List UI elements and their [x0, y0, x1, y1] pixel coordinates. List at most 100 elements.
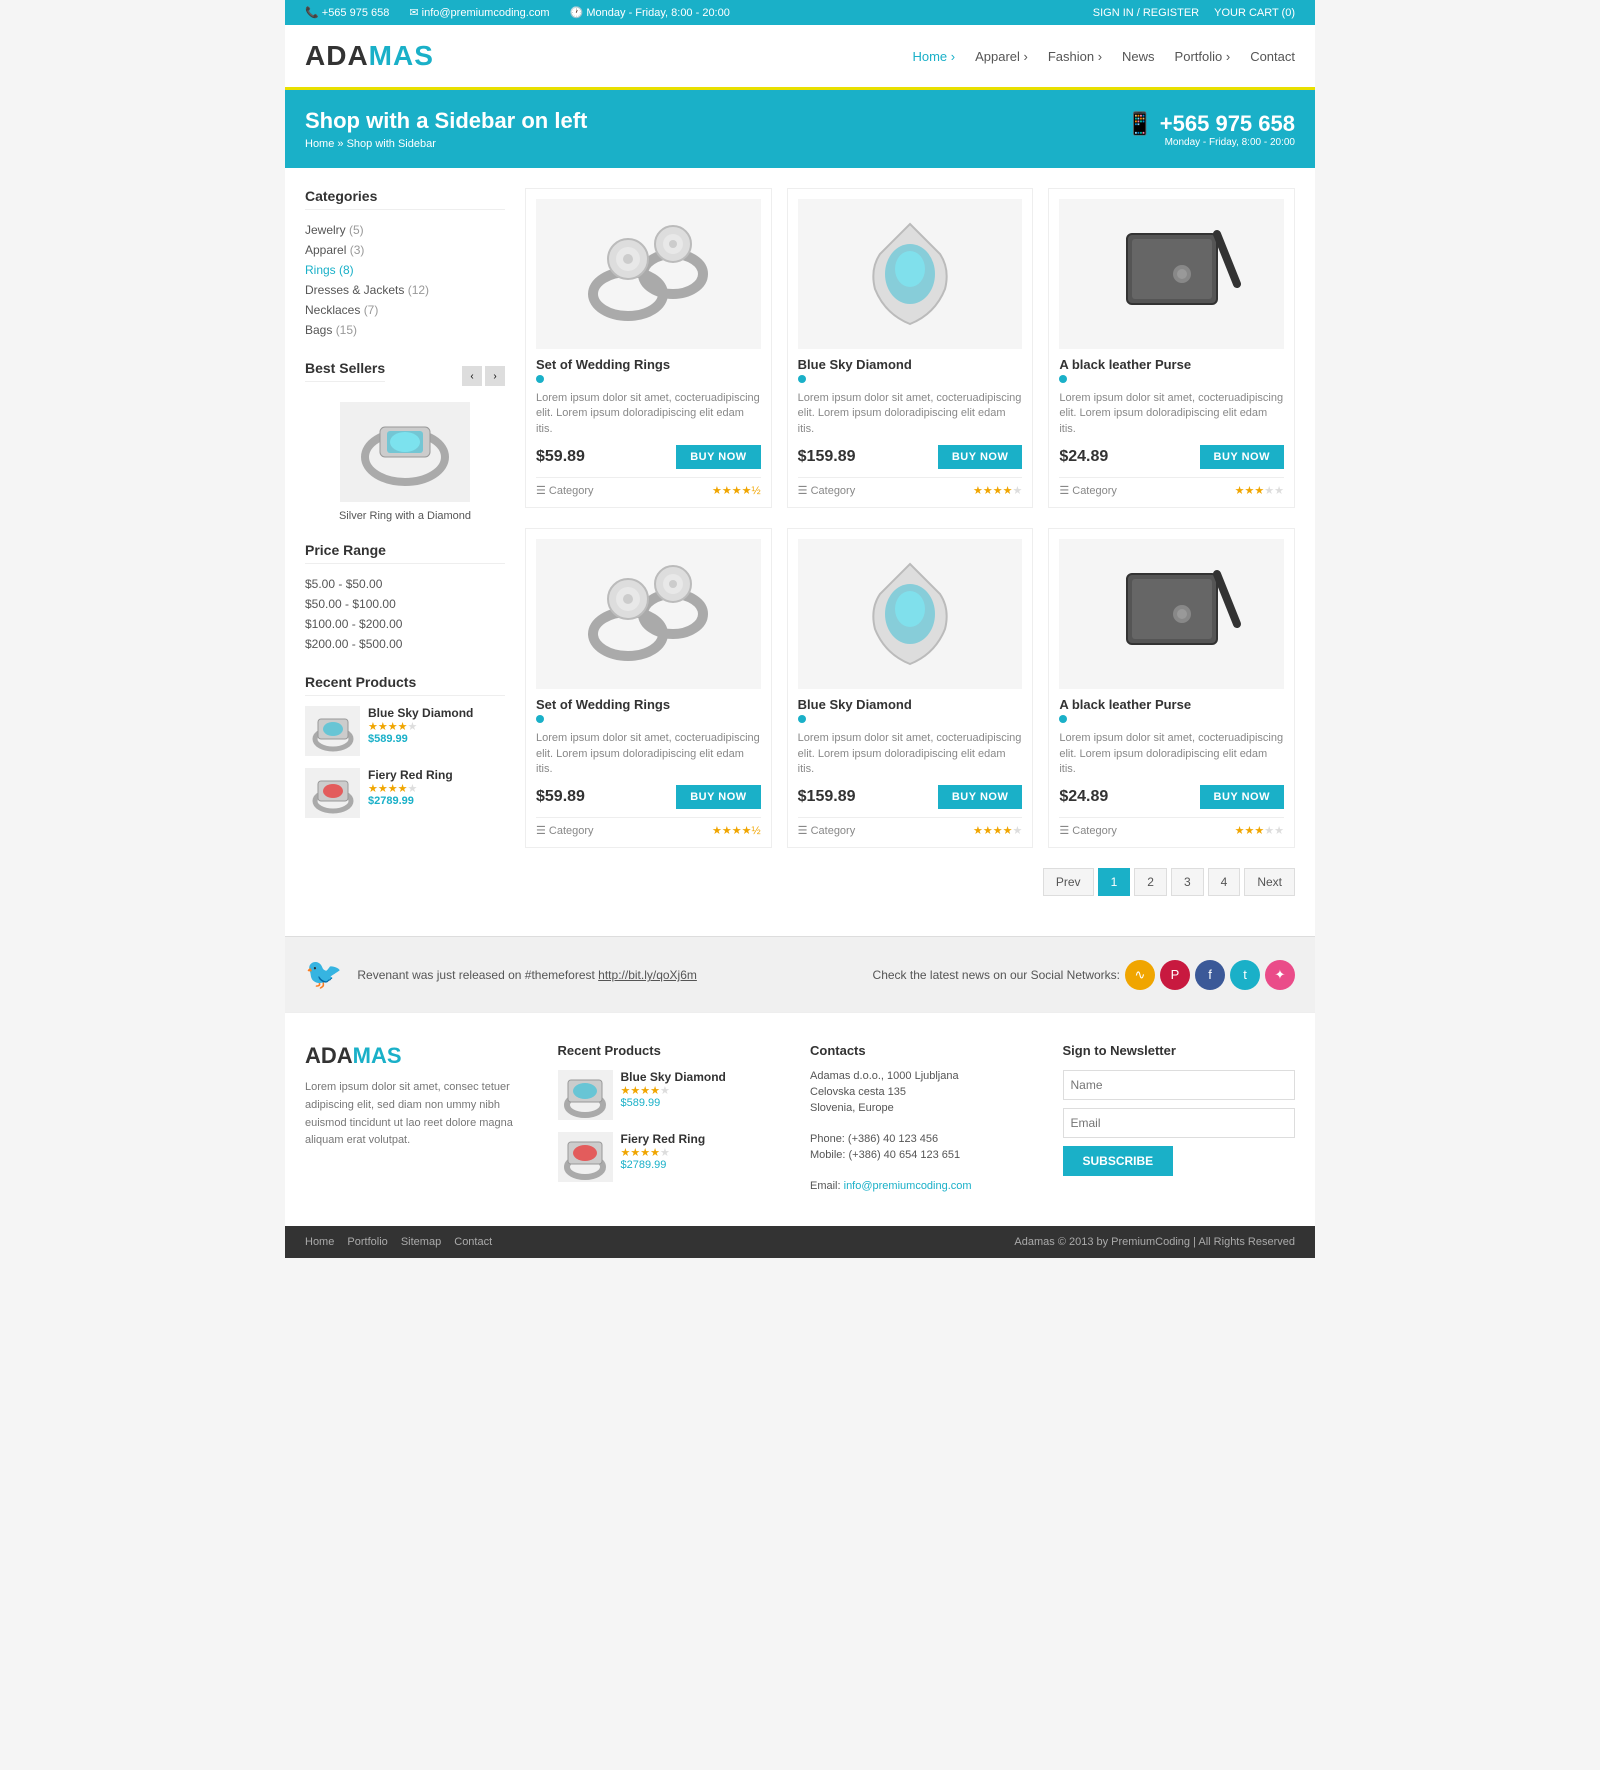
footer-contacts-title: Contacts: [810, 1043, 1043, 1058]
buy-button-2[interactable]: BUY NOW: [938, 445, 1022, 469]
category-rings[interactable]: Rings (8): [305, 263, 354, 277]
footer-contacts: Adamas d.o.o., 1000 Ljubljana Celovska c…: [810, 1070, 1043, 1192]
product-image-2: [798, 199, 1023, 349]
product-name-4: Set of Wedding Rings: [536, 697, 761, 712]
subscribe-button[interactable]: SUBSCRIBE: [1063, 1146, 1174, 1176]
nav-news[interactable]: News: [1122, 49, 1155, 64]
breadcrumb-arrow: »: [337, 138, 346, 150]
bottom-link-portfolio[interactable]: Portfolio: [347, 1236, 387, 1248]
footer-newsletter: Sign to Newsletter SUBSCRIBE: [1063, 1043, 1296, 1196]
copyright: Adamas © 2013 by PremiumCoding | All Rig…: [1014, 1236, 1295, 1248]
pagination: Prev 1 2 3 4 Next: [525, 868, 1295, 896]
price-range-3[interactable]: $100.00 - $200.00: [305, 617, 402, 631]
cart-link[interactable]: YOUR CART (0): [1214, 7, 1295, 19]
list-item: $50.00 - $100.00: [305, 594, 505, 614]
product-image-4: [536, 539, 761, 689]
prev-best-seller[interactable]: ‹: [462, 366, 482, 386]
category-necklaces[interactable]: Necklaces (7): [305, 303, 378, 317]
best-sellers-section: Best Sellers ‹ › Silver Ring with a Diam…: [305, 360, 505, 522]
buy-button-3[interactable]: BUY NOW: [1200, 445, 1284, 469]
rss-icon[interactable]: ∿: [1125, 960, 1155, 990]
nav-contact[interactable]: Contact: [1250, 49, 1295, 64]
signin-link[interactable]: SIGN IN / REGISTER: [1093, 7, 1199, 19]
rp-image-2: [305, 768, 360, 818]
footer-product-info-2: Fiery Red Ring ★★★★★ $2789.99: [621, 1132, 706, 1182]
product-stars-2: ★★★★★: [973, 484, 1022, 497]
product-desc-2: Lorem ipsum dolor sit amet, cocteruadipi…: [798, 391, 1023, 437]
list-item: Apparel (3): [305, 240, 505, 260]
product-meta-3: ☰ Category ★★★★★: [1059, 477, 1284, 497]
categories-list: Jewelry (5) Apparel (3) Rings (8) Dresse…: [305, 220, 505, 340]
main-content: Categories Jewelry (5) Apparel (3) Rings…: [285, 168, 1315, 936]
product-meta-4: ☰ Category ★★★★½: [536, 817, 761, 837]
footer-logo: ADAMAS: [305, 1043, 538, 1069]
product-meta-5: ☰ Category ★★★★★: [798, 817, 1023, 837]
product-color-dot-6: [1059, 715, 1067, 723]
top-bar-left: 📞 +565 975 658 ✉ info@premiumcoding.com …: [305, 6, 730, 19]
pagination-next[interactable]: Next: [1244, 868, 1295, 896]
hero-title-area: Shop with a Sidebar on left Home » Shop …: [305, 108, 587, 150]
next-best-seller[interactable]: ›: [485, 366, 505, 386]
page-title: Shop with a Sidebar on left: [305, 108, 587, 134]
breadcrumb-home[interactable]: Home: [305, 138, 334, 150]
newsletter-email-input[interactable]: [1063, 1108, 1296, 1138]
buy-button-5[interactable]: BUY NOW: [938, 785, 1022, 809]
phone-info: 📞 +565 975 658: [305, 6, 389, 19]
ring-svg: [345, 407, 465, 497]
nav-home[interactable]: Home ›: [912, 49, 955, 64]
pagination-page-1[interactable]: 1: [1098, 868, 1131, 896]
tweet-link[interactable]: http://bit.ly/qoXj6m: [598, 968, 697, 982]
product-price-1: $59.89: [536, 448, 585, 466]
price-range-4[interactable]: $200.00 - $500.00: [305, 637, 402, 651]
footer-product-name-1: Blue Sky Diamond: [621, 1070, 726, 1084]
pagination-page-3[interactable]: 3: [1171, 868, 1204, 896]
newsletter-name-input[interactable]: [1063, 1070, 1296, 1100]
footer: ADAMAS Lorem ipsum dolor sit amet, conse…: [285, 1012, 1315, 1226]
bottom-link-home[interactable]: Home: [305, 1236, 334, 1248]
footer-product-img-1: [558, 1070, 613, 1120]
products-row-2: Set of Wedding Rings Lorem ipsum dolor s…: [525, 528, 1295, 848]
bottom-bar: Home Portfolio Sitemap Contact Adamas © …: [285, 1226, 1315, 1258]
category-apparel[interactable]: Apparel (3): [305, 243, 364, 257]
dribbble-icon[interactable]: ✦: [1265, 960, 1295, 990]
nav-portfolio[interactable]: Portfolio ›: [1175, 49, 1231, 64]
pagination-page-2[interactable]: 2: [1134, 868, 1167, 896]
twitter-icon[interactable]: t: [1230, 960, 1260, 990]
facebook-icon[interactable]: f: [1195, 960, 1225, 990]
product-grid: Set of Wedding Rings Lorem ipsum dolor s…: [525, 188, 1295, 916]
product-desc-3: Lorem ipsum dolor sit amet, cocteruadipi…: [1059, 391, 1284, 437]
product-meta-6: ☰ Category ★★★★★: [1059, 817, 1284, 837]
rp-price-2: $2789.99: [368, 795, 453, 807]
product-color-dot-3: [1059, 375, 1067, 383]
category-dresses[interactable]: Dresses & Jackets (12): [305, 283, 429, 297]
price-range-2[interactable]: $50.00 - $100.00: [305, 597, 396, 611]
contact-mobile: Mobile: (+386) 40 654 123 651: [810, 1149, 1043, 1161]
bottom-link-contact[interactable]: Contact: [454, 1236, 492, 1248]
price-range-title: Price Range: [305, 542, 505, 564]
buy-button-6[interactable]: BUY NOW: [1200, 785, 1284, 809]
buy-button-1[interactable]: BUY NOW: [676, 445, 760, 469]
social-strip-left: 🐦 Revenant was just released on #themefo…: [305, 957, 697, 992]
pagination-page-4[interactable]: 4: [1208, 868, 1241, 896]
hero-contact: 📱 +565 975 658 Monday - Friday, 8:00 - 2…: [1126, 111, 1295, 148]
price-range-1[interactable]: $5.00 - $50.00: [305, 577, 382, 591]
category-jewelry[interactable]: Jewelry (5): [305, 223, 364, 237]
footer-product-price-2: $2789.99: [621, 1159, 706, 1171]
product-card-4: Set of Wedding Rings Lorem ipsum dolor s…: [525, 528, 772, 848]
product-image-5: [798, 539, 1023, 689]
product-color-dot-4: [536, 715, 544, 723]
logo: ADAMAS: [305, 40, 434, 72]
bottom-link-sitemap[interactable]: Sitemap: [401, 1236, 441, 1248]
nav-apparel[interactable]: Apparel ›: [975, 49, 1028, 64]
category-bags[interactable]: Bags (15): [305, 323, 357, 337]
contact-email-link[interactable]: info@premiumcoding.com: [844, 1180, 972, 1192]
product-category-2: ☰ Category: [798, 484, 856, 497]
pinterest-icon[interactable]: P: [1160, 960, 1190, 990]
nav-fashion[interactable]: Fashion ›: [1048, 49, 1102, 64]
twitter-bird-icon: 🐦: [305, 957, 342, 992]
product-desc-1: Lorem ipsum dolor sit amet, cocteruadipi…: [536, 391, 761, 437]
list-item: $100.00 - $200.00: [305, 614, 505, 634]
pagination-prev[interactable]: Prev: [1043, 868, 1094, 896]
footer-recent: Recent Products Blue Sky Diamond ★★★★★ $…: [558, 1043, 791, 1196]
buy-button-4[interactable]: BUY NOW: [676, 785, 760, 809]
